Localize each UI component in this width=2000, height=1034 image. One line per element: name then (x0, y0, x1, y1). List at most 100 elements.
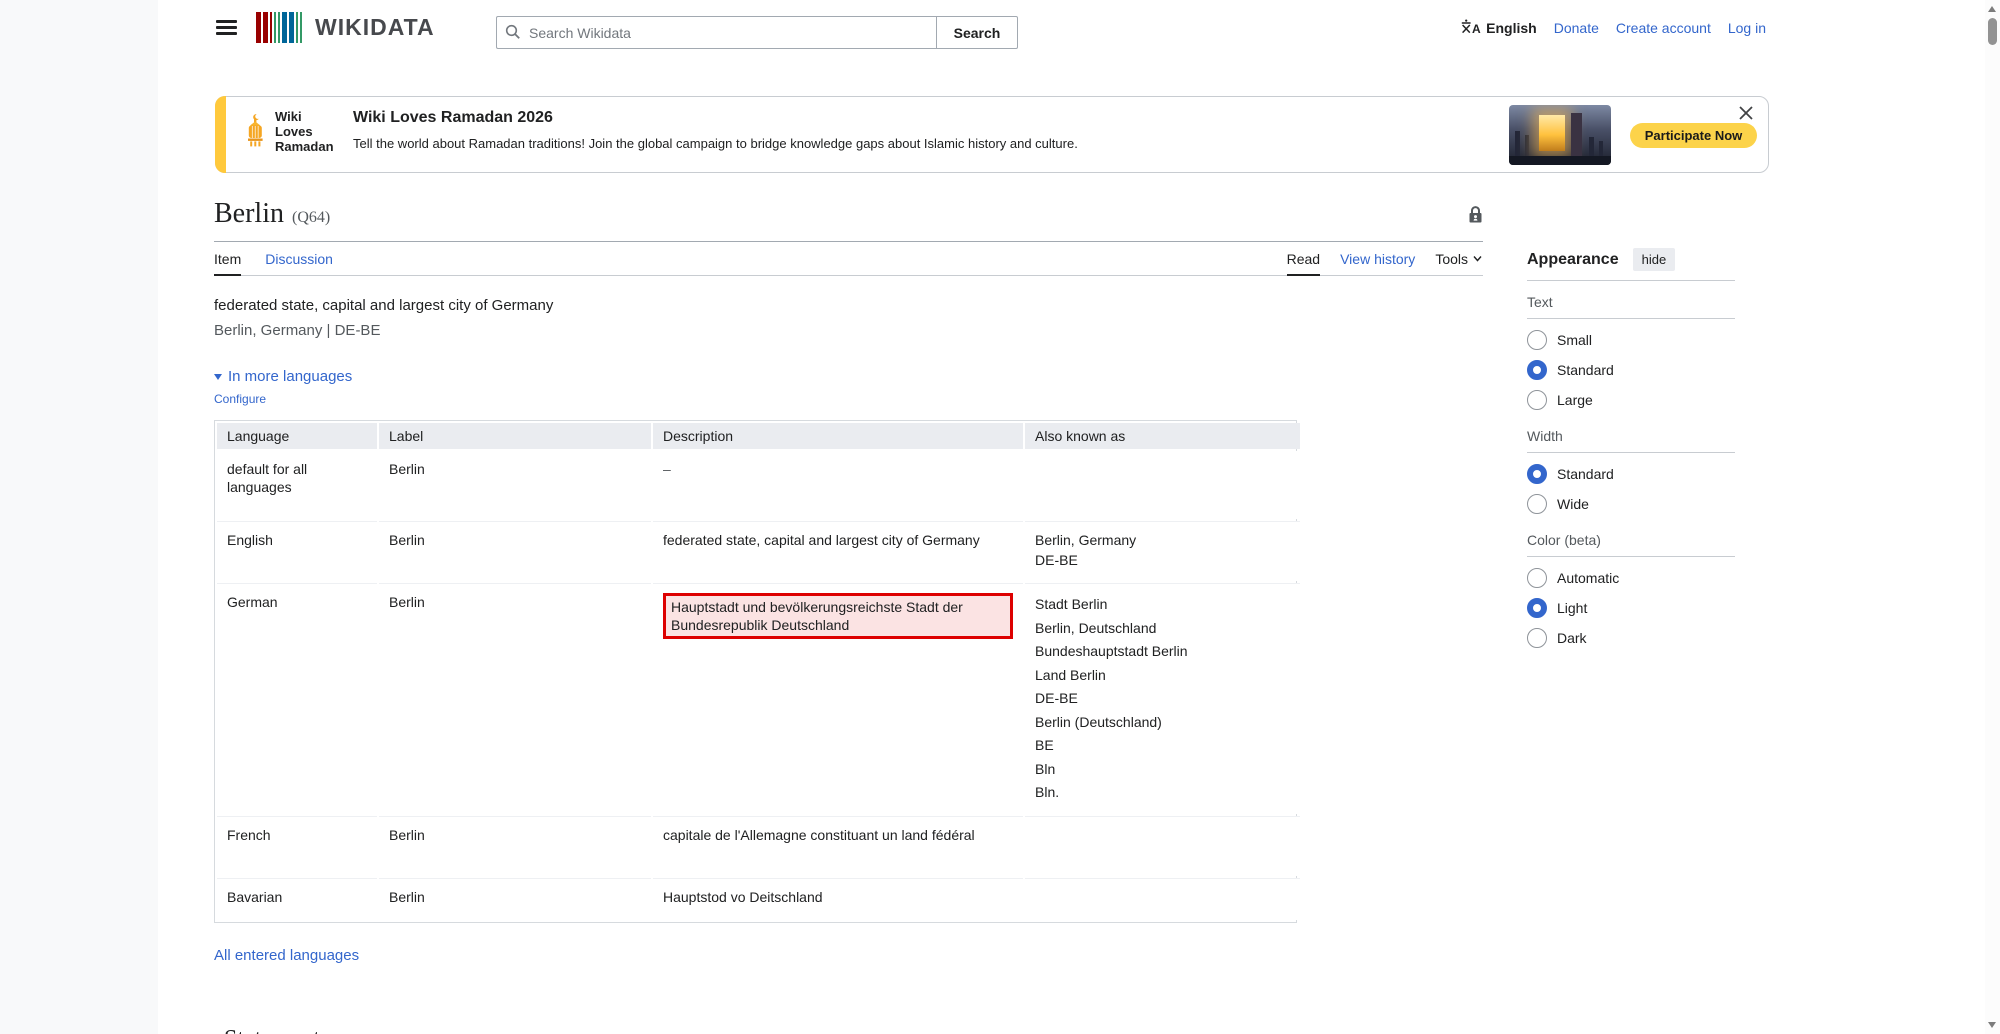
participate-button[interactable]: Participate Now (1630, 123, 1757, 148)
highlighted-description: Hauptstadt und bevölkerungsreichste Stad… (663, 593, 1013, 639)
table-row: default for all languages Berlin – (217, 451, 1300, 519)
tab-view-history[interactable]: View history (1340, 242, 1415, 275)
cell-description: – (653, 451, 1023, 519)
appearance-section-text: Text (1527, 294, 1735, 310)
menu-icon[interactable] (216, 20, 237, 35)
cell-aka (1025, 451, 1300, 519)
tab-discussion[interactable]: Discussion (265, 242, 333, 275)
close-icon[interactable] (1738, 105, 1756, 123)
divider (1527, 318, 1735, 319)
radio-icon[interactable] (1527, 628, 1547, 648)
hide-appearance-button[interactable]: hide (1633, 248, 1676, 271)
cell-language: German (217, 583, 377, 814)
collapse-triangle-icon (214, 374, 222, 380)
radio-icon[interactable] (1527, 494, 1547, 514)
in-more-languages-toggle[interactable]: In more languages (214, 368, 1483, 385)
entity-description: federated state, capital and largest cit… (214, 297, 1483, 314)
col-header-label: Label (379, 423, 651, 449)
tab-tools[interactable]: Tools (1435, 242, 1483, 275)
all-entered-languages-link[interactable]: All entered languages (214, 947, 359, 964)
cell-language: Bavarian (217, 878, 377, 920)
tab-item[interactable]: Item (214, 242, 241, 275)
cell-aka (1025, 816, 1300, 876)
cell-language: English (217, 521, 377, 581)
radio-icon[interactable] (1527, 568, 1547, 588)
entity-id: (Q64) (292, 209, 330, 226)
entity-aliases-line: Berlin, Germany | DE-BE (214, 322, 1483, 339)
banner-logo: Wiki Loves Ramadan (244, 109, 334, 154)
cell-language: French (217, 816, 377, 876)
chevron-down-icon (1472, 251, 1483, 267)
scroll-down-icon[interactable] (1988, 1022, 1996, 1028)
table-row: French Berlin capitale de l'Allemagne co… (217, 816, 1300, 876)
cell-label: Berlin (379, 816, 651, 876)
wikidata-wordmark: WIKIDATA (315, 14, 435, 41)
cell-aka: Stadt Berlin Berlin, Deutschland Bundesh… (1025, 583, 1300, 814)
configure-link[interactable]: Configure (214, 392, 266, 406)
page-title: Berlin (Q64) (214, 197, 330, 235)
languages-table: Language Label Description Also known as… (214, 420, 1297, 923)
radio-icon[interactable] (1527, 464, 1547, 484)
banner-accent-bar (215, 96, 226, 173)
statements-heading: Statements (224, 1026, 1483, 1034)
search-icon (505, 24, 521, 43)
col-header-language: Language (217, 423, 377, 449)
banner-image (1509, 105, 1611, 165)
lock-icon (1468, 205, 1483, 227)
search-box: Search (496, 16, 1018, 49)
radio-text-large[interactable]: Large (1527, 385, 1735, 415)
cell-label: Berlin (379, 451, 651, 519)
tab-read[interactable]: Read (1287, 242, 1320, 275)
site-header: WIKIDATA Search A English Do (158, 0, 1985, 56)
radio-color-dark[interactable]: Dark (1527, 623, 1735, 653)
entity-label: Berlin (214, 198, 284, 229)
cell-label: Berlin (379, 878, 651, 920)
radio-icon[interactable] (1527, 330, 1547, 350)
table-row: German Berlin Hauptstadt und bevölkerung… (217, 583, 1300, 814)
radio-text-small[interactable]: Small (1527, 325, 1735, 355)
cell-label: Berlin (379, 521, 651, 581)
search-input[interactable] (496, 16, 936, 49)
table-row: English Berlin federated state, capital … (217, 521, 1300, 581)
cell-description: capitale de l'Allemagne constituant un l… (653, 816, 1023, 876)
scroll-up-icon[interactable] (1988, 6, 1996, 12)
table-row: Bavarian Berlin Hauptstod vo Deitschland (217, 878, 1300, 920)
cell-aka (1025, 878, 1300, 920)
cell-aka: Berlin, Germany DE-BE (1025, 521, 1300, 581)
radio-icon[interactable] (1527, 390, 1547, 410)
radio-color-light[interactable]: Light (1527, 593, 1735, 623)
radio-text-standard[interactable]: Standard (1527, 355, 1735, 385)
language-selector[interactable]: A English (1461, 19, 1537, 38)
appearance-panel: Appearance hide Text Small Standard Larg… (1527, 248, 1735, 653)
divider (1527, 452, 1735, 453)
radio-icon[interactable] (1527, 360, 1547, 380)
appearance-section-color: Color (beta) (1527, 532, 1735, 548)
search-button[interactable]: Search (936, 16, 1018, 49)
scrollbar-thumb[interactable] (1988, 18, 1997, 45)
donate-link[interactable]: Donate (1554, 20, 1599, 36)
wikidata-barcode-icon (256, 12, 302, 43)
scrollbar[interactable] (1985, 0, 2000, 1034)
wikidata-logo[interactable]: WIKIDATA (256, 12, 435, 43)
page: WIKIDATA Search A English Do (158, 0, 1985, 1034)
banner-title: Wiki Loves Ramadan 2026 (353, 109, 1453, 127)
radio-width-wide[interactable]: Wide (1527, 489, 1735, 519)
col-header-aka: Also known as (1025, 423, 1300, 449)
cell-label: Berlin (379, 583, 651, 814)
divider (1527, 556, 1735, 557)
radio-width-standard[interactable]: Standard (1527, 459, 1735, 489)
main-content: Berlin(Q64) Item Discussion R (214, 173, 1483, 1034)
create-account-link[interactable]: Create account (1616, 20, 1711, 36)
banner-text: Wiki Loves Ramadan 2026 Tell the world a… (353, 109, 1453, 151)
login-link[interactable]: Log in (1728, 20, 1766, 36)
appearance-section-width: Width (1527, 428, 1735, 444)
divider (1527, 280, 1735, 281)
appearance-title: Appearance (1527, 251, 1619, 269)
cell-description: Hauptstod vo Deitschland (653, 878, 1023, 920)
table-header-row: Language Label Description Also known as (217, 423, 1300, 449)
radio-color-automatic[interactable]: Automatic (1527, 563, 1735, 593)
language-icon: A (1461, 19, 1481, 38)
radio-icon[interactable] (1527, 598, 1547, 618)
header-user-links: A English Donate Create account Log in (1461, 0, 1766, 56)
banner-logo-text: Wiki Loves Ramadan (275, 109, 334, 154)
